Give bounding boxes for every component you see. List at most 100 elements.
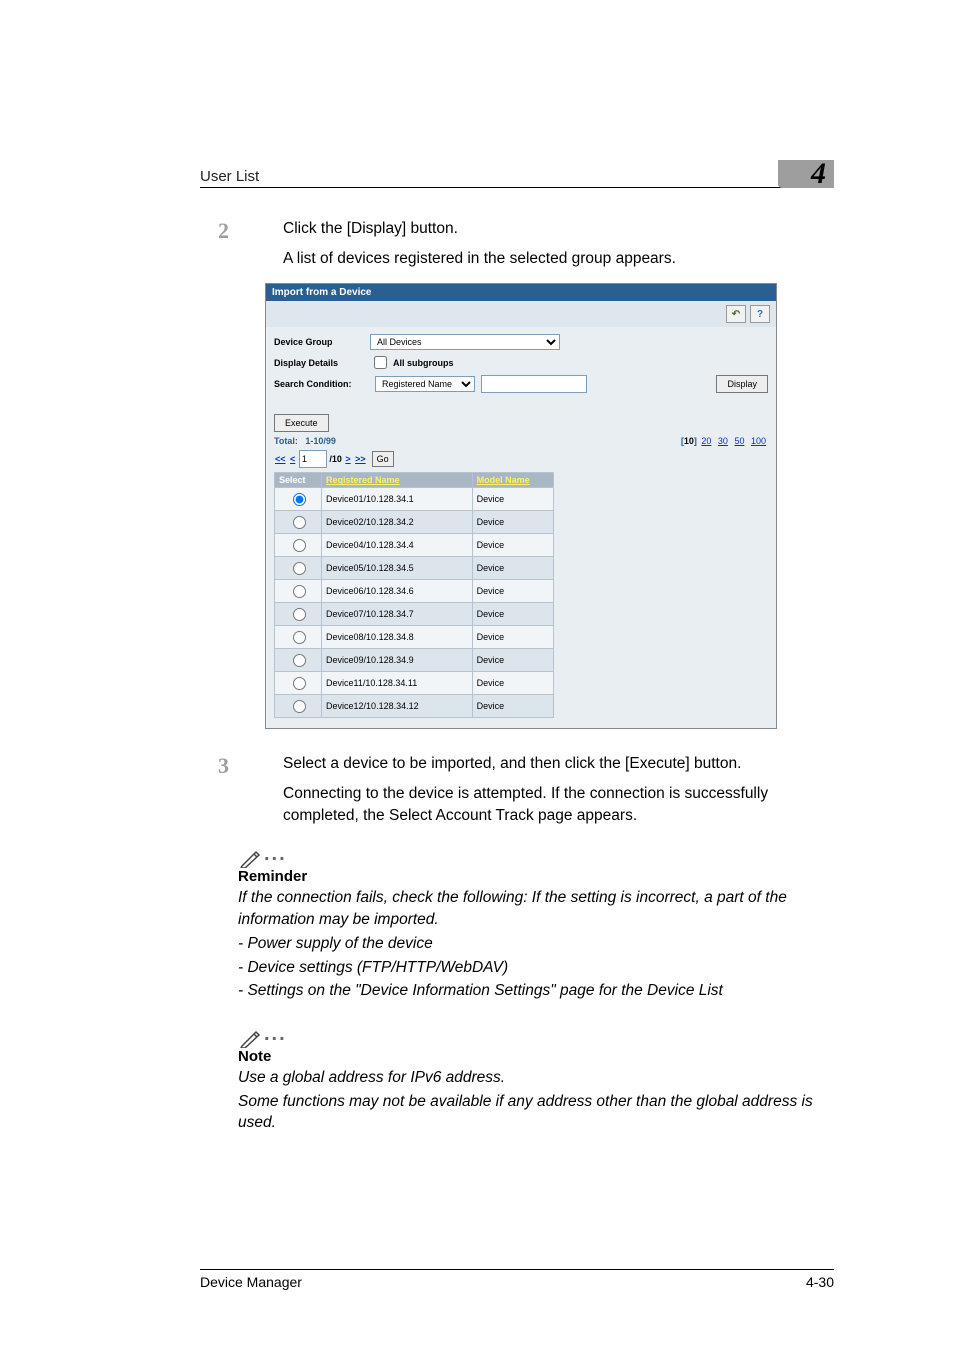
table-row: Device11/10.128.34.11Device	[275, 672, 554, 695]
note-block: ... Note Use a global address for IPv6 a…	[238, 1020, 834, 1134]
screenshot-title: Import from a Device	[266, 284, 776, 301]
row-model-name: Device	[472, 672, 553, 695]
step2-line2: A list of devices registered in the sele…	[283, 248, 834, 270]
all-subgroups-checkbox[interactable]	[374, 356, 387, 369]
display-button[interactable]: Display	[716, 375, 768, 393]
pager-next[interactable]: >	[345, 454, 350, 464]
search-input[interactable]	[481, 375, 587, 393]
row-radio[interactable]	[293, 539, 306, 552]
pager-prev[interactable]: <	[290, 454, 295, 464]
table-row: Device04/10.128.34.4Device	[275, 534, 554, 557]
device-table: Select Registered Name Model Name Device…	[274, 472, 554, 718]
note-icon: ...	[238, 1020, 834, 1048]
table-row: Device06/10.128.34.6Device	[275, 580, 554, 603]
pager-current-input[interactable]	[299, 450, 327, 468]
row-model-name: Device	[472, 695, 553, 718]
back-button[interactable]: ↶	[726, 305, 746, 323]
row-model-name: Device	[472, 557, 553, 580]
reminder-block: ... Reminder If the connection fails, ch…	[238, 840, 834, 1001]
row-radio[interactable]	[293, 562, 306, 575]
reminder-p1: If the connection fails, check the follo…	[238, 887, 834, 930]
search-condition-label: Search Condition:	[274, 379, 369, 389]
step3-line2: Connecting to the device is attempted. I…	[283, 783, 834, 826]
row-radio[interactable]	[293, 677, 306, 690]
note-p1: Use a global address for IPv6 address.	[238, 1067, 834, 1089]
row-registered-name: Device06/10.128.34.6	[322, 580, 473, 603]
table-row: Device02/10.128.34.2Device	[275, 511, 554, 534]
step-number-3: 3	[200, 753, 283, 834]
page-size-30[interactable]: 30	[718, 436, 728, 446]
reminder-heading: Reminder	[238, 866, 834, 887]
step3-line1: Select a device to be imported, and then…	[283, 753, 834, 775]
row-radio[interactable]	[293, 493, 306, 506]
page-size-100[interactable]: 100	[751, 436, 766, 446]
row-radio[interactable]	[293, 608, 306, 621]
pager-first[interactable]: <<	[275, 454, 286, 464]
step2-line1: Click the [Display] button.	[283, 218, 834, 240]
reminder-b1: - Power supply of the device	[238, 933, 834, 955]
device-group-select[interactable]: All Devices	[370, 334, 560, 350]
page-footer: Device Manager 4-30	[200, 1269, 834, 1290]
row-registered-name: Device05/10.128.34.5	[322, 557, 473, 580]
table-row: Device09/10.128.34.9Device	[275, 649, 554, 672]
row-registered-name: Device04/10.128.34.4	[322, 534, 473, 557]
reminder-b3: - Settings on the "Device Information Se…	[238, 980, 834, 1002]
col-registered-name[interactable]: Registered Name	[322, 473, 473, 488]
page-size-20[interactable]: 20	[701, 436, 711, 446]
col-model-name[interactable]: Model Name	[472, 473, 553, 488]
step-number-2: 2	[200, 218, 283, 277]
chapter-tab: 4	[778, 160, 834, 188]
reminder-icon: ...	[238, 840, 834, 868]
screenshot-results: Execute Total: 1-10/99 [10] 20 30 50 100	[266, 406, 776, 728]
row-radio[interactable]	[293, 516, 306, 529]
page-size-links: [10] 20 30 50 100	[681, 436, 768, 446]
page-size-10[interactable]: 10	[684, 436, 694, 446]
chapter-number: 4	[811, 157, 826, 191]
table-row: Device01/10.128.34.1Device	[275, 488, 554, 511]
col-select: Select	[275, 473, 322, 488]
step-2: 2 Click the [Display] button. A list of …	[200, 218, 834, 277]
screenshot-form: Device Group All Devices Display Details…	[266, 327, 776, 406]
table-row: Device07/10.128.34.7Device	[275, 603, 554, 626]
row-registered-name: Device08/10.128.34.8	[322, 626, 473, 649]
table-row: Device12/10.128.34.12Device	[275, 695, 554, 718]
display-details-label: Display Details	[274, 358, 364, 368]
pager-go-button[interactable]: Go	[372, 451, 394, 467]
row-radio[interactable]	[293, 700, 306, 713]
row-registered-name: Device07/10.128.34.7	[322, 603, 473, 626]
footer-page: 4-30	[806, 1274, 834, 1290]
pager-last[interactable]: >>	[355, 454, 366, 464]
page-header: User List 4	[200, 160, 834, 188]
device-group-label: Device Group	[274, 337, 364, 347]
row-model-name: Device	[472, 626, 553, 649]
row-model-name: Device	[472, 580, 553, 603]
row-radio[interactable]	[293, 654, 306, 667]
total-range: 1-10/99	[305, 436, 336, 446]
step-3: 3 Select a device to be imported, and th…	[200, 753, 834, 834]
note-heading: Note	[238, 1046, 834, 1067]
row-model-name: Device	[472, 488, 553, 511]
note-p2: Some functions may not be available if a…	[238, 1091, 834, 1134]
row-radio[interactable]	[293, 631, 306, 644]
row-registered-name: Device09/10.128.34.9	[322, 649, 473, 672]
page-size-50[interactable]: 50	[734, 436, 744, 446]
help-button[interactable]: ?	[750, 305, 770, 323]
screenshot-toolbar: ↶ ?	[266, 301, 776, 327]
pager: << < /10 > >> Go	[274, 450, 768, 468]
row-registered-name: Device01/10.128.34.1	[322, 488, 473, 511]
row-model-name: Device	[472, 534, 553, 557]
row-registered-name: Device02/10.128.34.2	[322, 511, 473, 534]
row-model-name: Device	[472, 511, 553, 534]
pager-of: /10	[329, 454, 342, 464]
row-model-name: Device	[472, 603, 553, 626]
execute-button[interactable]: Execute	[274, 414, 329, 432]
row-radio[interactable]	[293, 585, 306, 598]
row-model-name: Device	[472, 649, 553, 672]
section-title: User List	[200, 168, 259, 185]
footer-product: Device Manager	[200, 1274, 302, 1290]
total-label: Total:	[274, 436, 298, 446]
table-row: Device05/10.128.34.5Device	[275, 557, 554, 580]
search-condition-select[interactable]: Registered Name	[375, 376, 475, 392]
screenshot-import-from-device: Import from a Device ↶ ? Device Group Al…	[265, 283, 777, 729]
reminder-b2: - Device settings (FTP/HTTP/WebDAV)	[238, 957, 834, 979]
